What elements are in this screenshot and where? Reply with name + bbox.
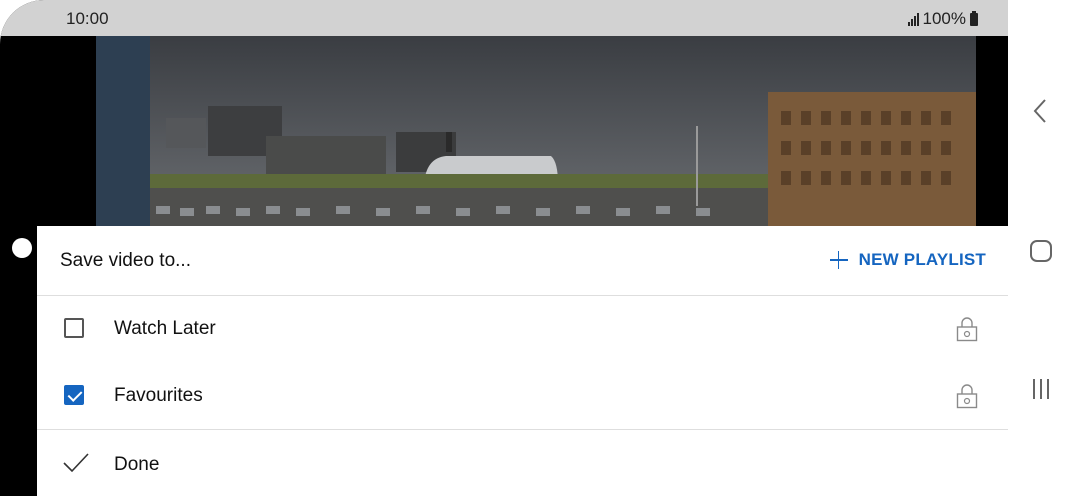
battery-icon [970, 10, 978, 26]
signal-icon [907, 12, 919, 26]
dialog-title: Save video to... [60, 250, 191, 271]
status-time: 10:00 [66, 9, 109, 28]
camera-cutout [12, 238, 32, 258]
done-label: Done [114, 454, 160, 475]
back-icon[interactable] [1028, 98, 1054, 124]
phone-screen: 10:00 100% Save video to... NEW PLAYLIST… [0, 0, 1008, 496]
status-indicators: 100% [907, 9, 978, 29]
status-bar: 10:00 100% [0, 0, 1008, 36]
playlist-label: Watch Later [114, 318, 216, 339]
playlist-row-watch-later[interactable]: Watch Later [37, 296, 1008, 362]
new-playlist-button[interactable]: NEW PLAYLIST [829, 250, 986, 270]
lock-icon [956, 384, 978, 409]
new-playlist-label: NEW PLAYLIST [858, 250, 986, 269]
home-icon[interactable] [1028, 238, 1054, 264]
lock-icon [956, 317, 978, 342]
navigation-bar [1008, 0, 1074, 496]
playlist-label: Favourites [114, 385, 203, 406]
battery-percent: 100% [922, 9, 966, 28]
plus-icon [829, 250, 849, 270]
playlist-row-favourites[interactable]: Favourites [37, 363, 1008, 429]
checkmark-icon [63, 453, 89, 473]
checkbox-watch-later[interactable] [64, 318, 84, 338]
save-to-playlist-dialog: Save video to... NEW PLAYLIST Watch Late… [37, 226, 1008, 496]
dialog-header: Save video to... NEW PLAYLIST [37, 226, 1008, 296]
recents-icon[interactable] [1028, 376, 1054, 402]
done-button[interactable]: Done [37, 429, 1008, 496]
video-thumbnail[interactable] [96, 36, 976, 226]
checkbox-favourites[interactable] [64, 385, 84, 405]
